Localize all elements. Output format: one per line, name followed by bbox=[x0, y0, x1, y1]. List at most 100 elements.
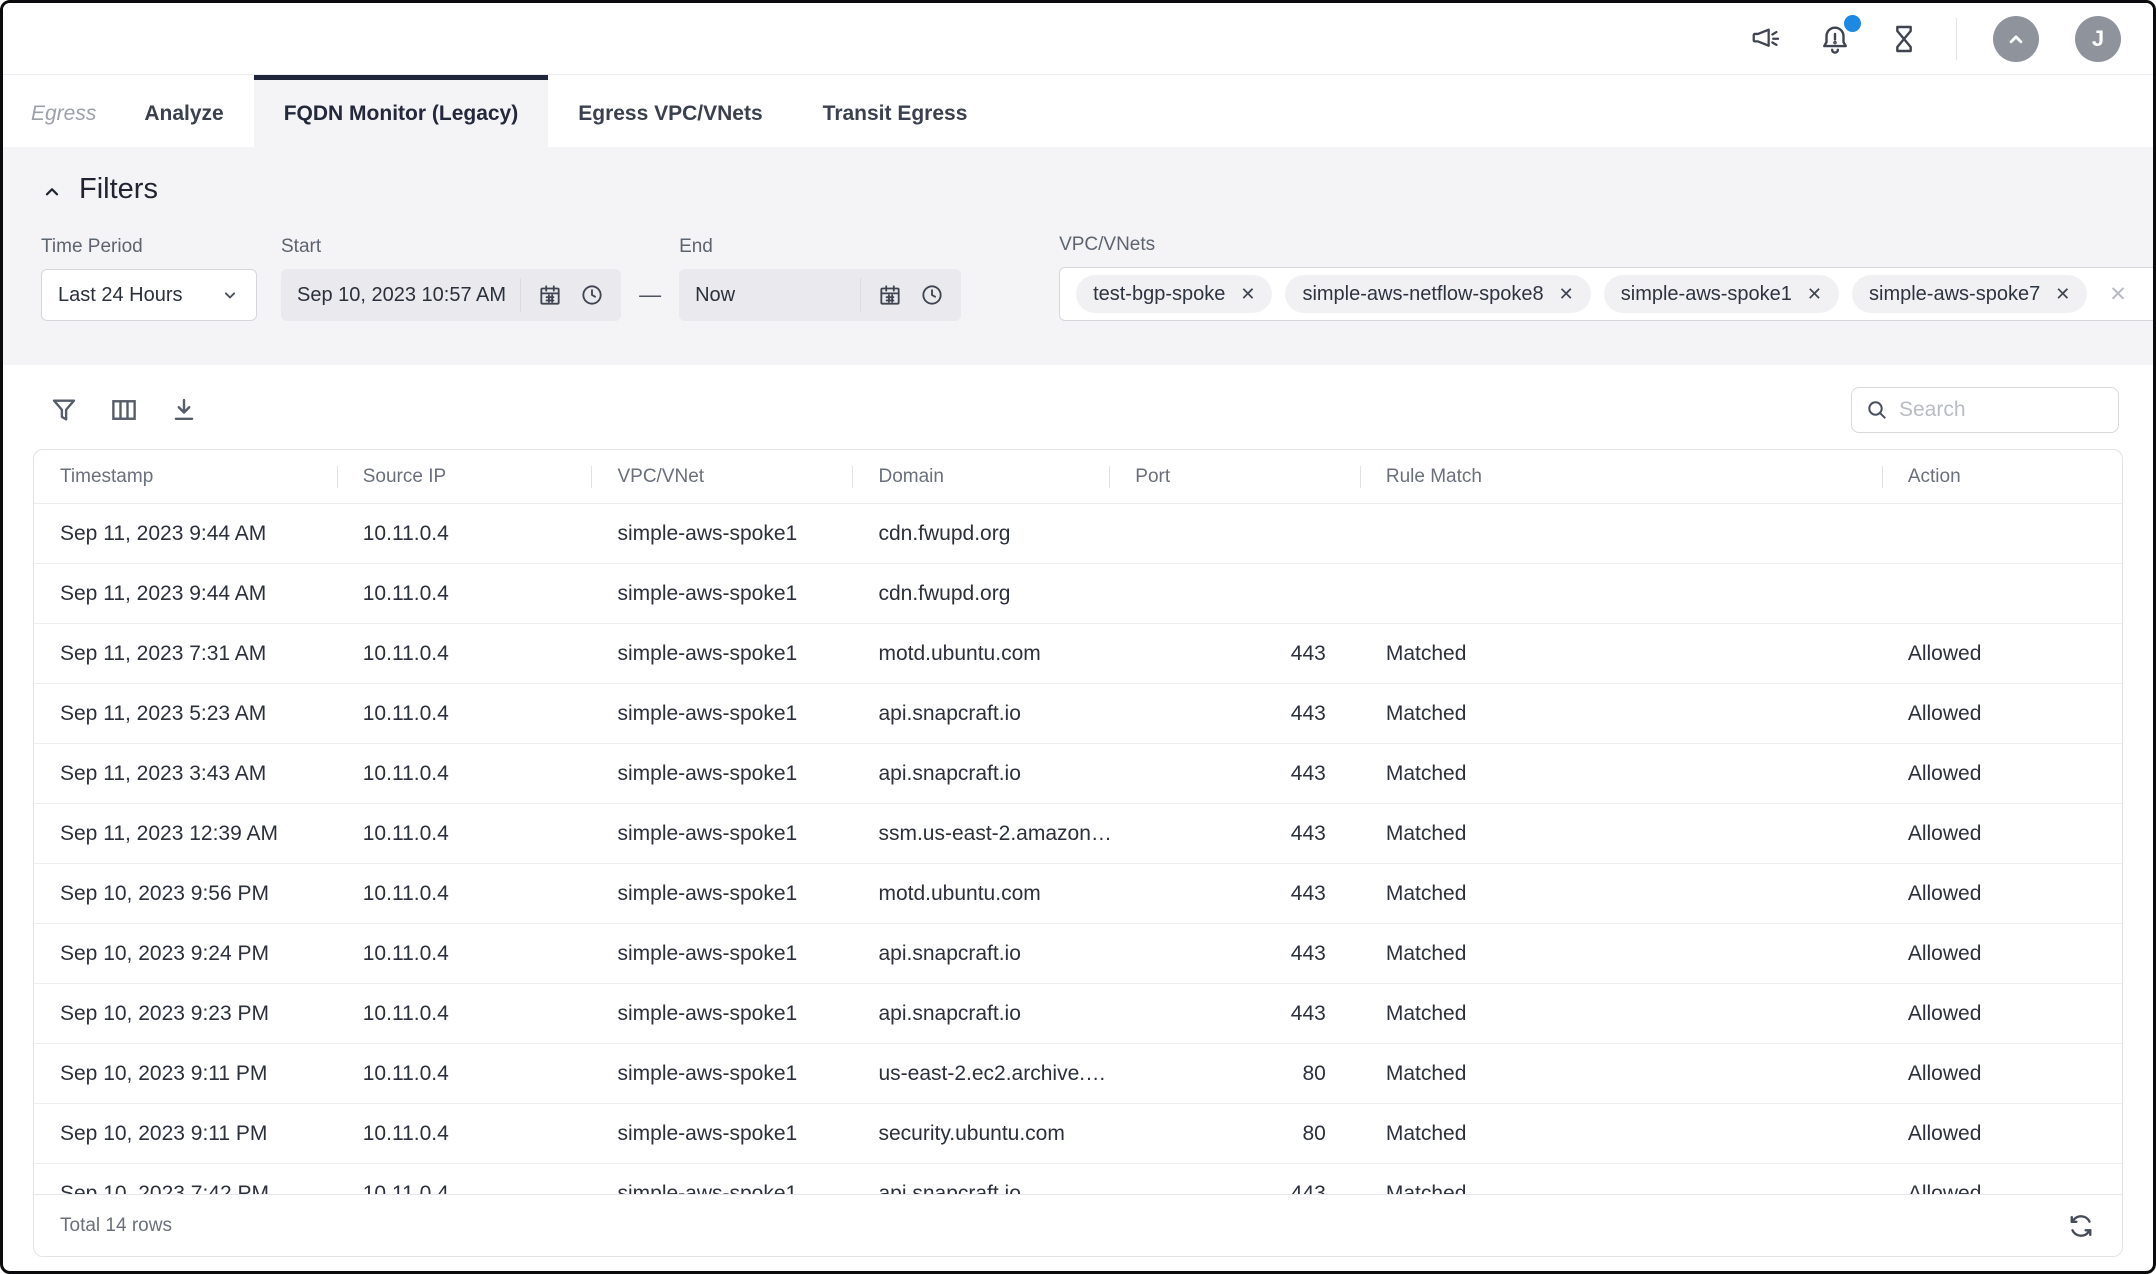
table-row: Sep 11, 2023 3:43 AM 10.11.0.4 simple-aw… bbox=[34, 744, 2122, 804]
columns-icon[interactable] bbox=[109, 395, 139, 425]
tab-transit-egress[interactable]: Transit Egress bbox=[793, 75, 998, 147]
vpc-chip[interactable]: simple-aws-spoke1 ✕ bbox=[1604, 275, 1839, 313]
clear-all-icon[interactable]: ✕ bbox=[2099, 282, 2137, 307]
cell-port: 443 bbox=[1109, 942, 1360, 966]
cell-domain: api.snapcraft.io bbox=[852, 702, 1109, 726]
table-row: Sep 11, 2023 12:39 AM 10.11.0.4 simple-a… bbox=[34, 804, 2122, 864]
cell-rule-match: Matched bbox=[1360, 762, 1882, 786]
fqdn-log-table: Timestamp Source IP VPC/VNet Domain Port… bbox=[33, 449, 2123, 1257]
cell-domain: security.ubuntu.com bbox=[852, 1122, 1109, 1146]
cell-domain: motd.ubuntu.com bbox=[852, 882, 1109, 906]
column-header-port: Port bbox=[1109, 466, 1360, 488]
cell-timestamp: Sep 11, 2023 5:23 AM bbox=[34, 702, 337, 726]
tab-analyze[interactable]: Analyze bbox=[114, 75, 253, 147]
filter-icon[interactable] bbox=[49, 395, 79, 425]
cell-source-ip: 10.11.0.4 bbox=[337, 942, 592, 966]
cell-port: 80 bbox=[1109, 1122, 1360, 1146]
cell-source-ip: 10.11.0.4 bbox=[337, 1002, 592, 1026]
table-toolbar bbox=[33, 365, 2123, 449]
page-title-egress: Egress bbox=[25, 75, 114, 147]
calendar-icon[interactable] bbox=[537, 282, 563, 308]
cell-action: Allowed bbox=[1882, 762, 2122, 786]
cell-source-ip: 10.11.0.4 bbox=[337, 582, 592, 606]
account-menu-button[interactable] bbox=[1993, 16, 2039, 62]
top-bar: J bbox=[3, 3, 2153, 75]
table-row: Sep 10, 2023 9:23 PM 10.11.0.4 simple-aw… bbox=[34, 984, 2122, 1044]
cell-timestamp: Sep 10, 2023 9:11 PM bbox=[34, 1062, 337, 1086]
chip-remove-icon[interactable]: ✕ bbox=[1807, 284, 1822, 305]
cell-timestamp: Sep 11, 2023 3:43 AM bbox=[34, 762, 337, 786]
cell-action: Allowed bbox=[1882, 882, 2122, 906]
calendar-icon[interactable] bbox=[877, 282, 903, 308]
table-header-row: Timestamp Source IP VPC/VNet Domain Port… bbox=[34, 450, 2122, 504]
vpc-vnets-multiselect[interactable]: test-bgp-spoke ✕ simple-aws-netflow-spok… bbox=[1059, 267, 2156, 321]
cell-timestamp: Sep 10, 2023 9:11 PM bbox=[34, 1122, 337, 1146]
end-label: End bbox=[679, 236, 961, 258]
table-row: Sep 10, 2023 9:11 PM 10.11.0.4 simple-aw… bbox=[34, 1104, 2122, 1164]
cell-port: 443 bbox=[1109, 822, 1360, 846]
vpc-chip[interactable]: test-bgp-spoke ✕ bbox=[1076, 275, 1272, 313]
cell-domain: cdn.fwupd.org bbox=[852, 522, 1109, 546]
cell-action: Allowed bbox=[1882, 1062, 2122, 1086]
date-range-separator: — bbox=[639, 269, 661, 321]
chip-remove-icon[interactable]: ✕ bbox=[1240, 284, 1255, 305]
cell-domain: api.snapcraft.io bbox=[852, 942, 1109, 966]
search-icon bbox=[1865, 398, 1889, 422]
cell-vpc-vnet: simple-aws-spoke1 bbox=[591, 1122, 852, 1146]
table-footer: Total 14 rows bbox=[34, 1194, 2122, 1256]
cell-rule-match: Matched bbox=[1360, 1062, 1882, 1086]
cell-port: 443 bbox=[1109, 762, 1360, 786]
user-avatar[interactable]: J bbox=[2075, 16, 2121, 62]
vpc-chip-label: simple-aws-spoke7 bbox=[1869, 283, 2040, 306]
table-row: Sep 11, 2023 7:31 AM 10.11.0.4 simple-aw… bbox=[34, 624, 2122, 684]
cell-timestamp: Sep 10, 2023 9:23 PM bbox=[34, 1002, 337, 1026]
cell-source-ip: 10.11.0.4 bbox=[337, 822, 592, 846]
notification-dot bbox=[1844, 15, 1861, 32]
vpc-chip[interactable]: simple-aws-spoke7 ✕ bbox=[1852, 275, 2087, 313]
cell-vpc-vnet: simple-aws-spoke1 bbox=[591, 702, 852, 726]
main-content: Timestamp Source IP VPC/VNet Domain Port… bbox=[3, 365, 2153, 1257]
time-period-select[interactable]: Last 24 Hours bbox=[41, 269, 257, 321]
cell-domain: api.snapcraft.io bbox=[852, 762, 1109, 786]
cell-source-ip: 10.11.0.4 bbox=[337, 1062, 592, 1086]
announcements-button[interactable] bbox=[1750, 23, 1782, 55]
cell-rule-match: Matched bbox=[1360, 1002, 1882, 1026]
cell-timestamp: Sep 11, 2023 9:44 AM bbox=[34, 582, 337, 606]
cell-vpc-vnet: simple-aws-spoke1 bbox=[591, 642, 852, 666]
chevron-down-icon bbox=[220, 285, 240, 305]
vpc-vnets-label: VPC/VNets bbox=[1059, 234, 2156, 256]
table-row: Sep 11, 2023 9:44 AM 10.11.0.4 simple-aw… bbox=[34, 564, 2122, 624]
end-datetime-field[interactable]: Now bbox=[679, 269, 961, 321]
table-row: Sep 11, 2023 5:23 AM 10.11.0.4 simple-aw… bbox=[34, 684, 2122, 744]
chevron-up-icon bbox=[2003, 26, 2029, 52]
cell-timestamp: Sep 11, 2023 7:31 AM bbox=[34, 642, 337, 666]
search-input[interactable] bbox=[1899, 398, 2105, 422]
chip-remove-icon[interactable]: ✕ bbox=[1559, 284, 1574, 305]
column-header-timestamp: Timestamp bbox=[34, 466, 337, 488]
tab-egress-vpc-vnets[interactable]: Egress VPC/VNets bbox=[548, 75, 792, 147]
vpc-chip[interactable]: simple-aws-netflow-spoke8 ✕ bbox=[1285, 275, 1590, 313]
cell-vpc-vnet: simple-aws-spoke1 bbox=[591, 762, 852, 786]
tab-fqdn-monitor-legacy[interactable]: FQDN Monitor (Legacy) bbox=[254, 75, 549, 147]
total-rows-label: Total 14 rows bbox=[60, 1215, 172, 1237]
refresh-icon[interactable] bbox=[2066, 1211, 2096, 1241]
cell-source-ip: 10.11.0.4 bbox=[337, 702, 592, 726]
cell-action: Allowed bbox=[1882, 642, 2122, 666]
notifications-button[interactable] bbox=[1818, 22, 1852, 56]
chevron-down-icon[interactable] bbox=[2149, 283, 2156, 305]
clock-icon[interactable] bbox=[579, 282, 605, 308]
download-icon[interactable] bbox=[169, 395, 199, 425]
vpc-vnets-group: VPC/VNets test-bgp-spoke ✕ simple-aws-ne… bbox=[1059, 234, 2156, 321]
collapse-caret-icon[interactable] bbox=[41, 177, 63, 203]
cell-port: 443 bbox=[1109, 642, 1360, 666]
chip-remove-icon[interactable]: ✕ bbox=[2055, 284, 2070, 305]
table-row: Sep 11, 2023 9:44 AM 10.11.0.4 simple-aw… bbox=[34, 504, 2122, 564]
vpc-chip-label: test-bgp-spoke bbox=[1093, 283, 1225, 306]
clock-icon[interactable] bbox=[919, 282, 945, 308]
start-datetime-field[interactable]: Sep 10, 2023 10:57 AM bbox=[281, 269, 621, 321]
cell-rule-match: Matched bbox=[1360, 642, 1882, 666]
app-window: J Egress Analyze FQDN Monitor (Legacy) E… bbox=[0, 0, 2156, 1274]
cell-timestamp: Sep 10, 2023 9:56 PM bbox=[34, 882, 337, 906]
task-history-button[interactable] bbox=[1888, 23, 1920, 55]
cell-rule-match: Matched bbox=[1360, 942, 1882, 966]
